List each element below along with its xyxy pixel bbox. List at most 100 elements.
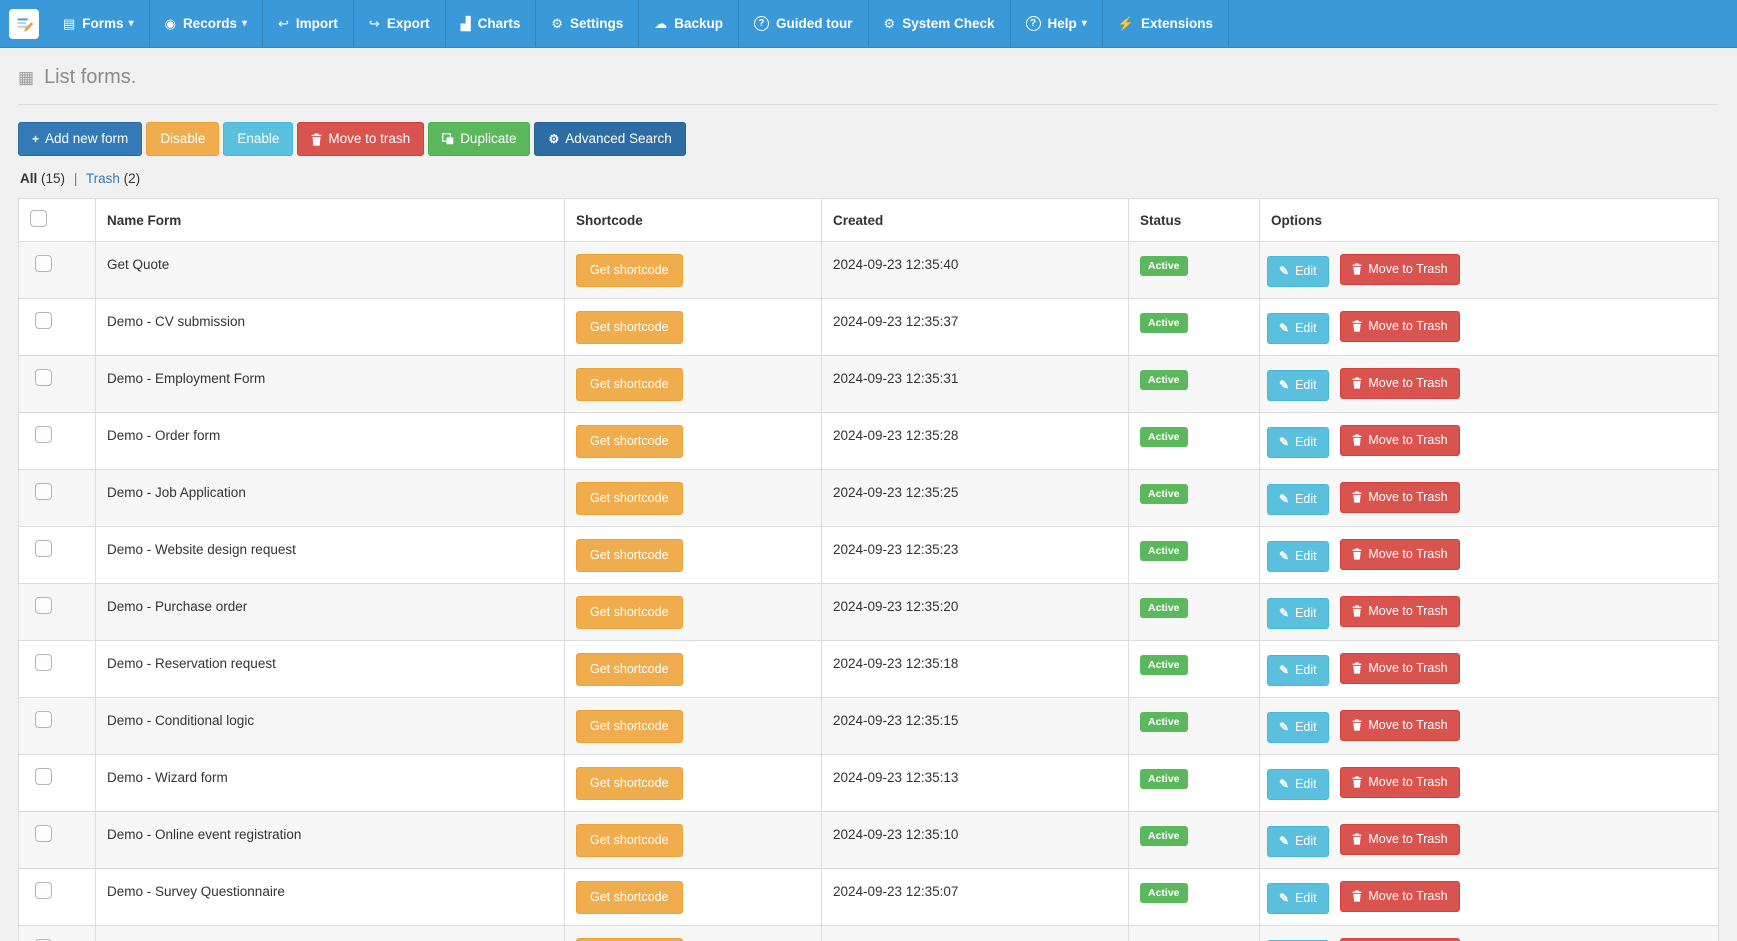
edit-button[interactable]: ✎ Edit	[1267, 883, 1329, 914]
move-to-trash-row-button[interactable]: Move to Trash	[1340, 653, 1459, 684]
get-shortcode-button[interactable]: Get shortcode	[576, 311, 683, 344]
status-badge: Active	[1140, 712, 1188, 732]
edit-icon: ✎	[1279, 663, 1289, 677]
nav-import[interactable]: ↩ Import	[263, 0, 354, 47]
edit-label: Edit	[1295, 549, 1317, 564]
nav-export[interactable]: ↪ Export	[354, 0, 446, 47]
nav-forms-label: Forms	[82, 16, 123, 31]
get-shortcode-button[interactable]: Get shortcode	[576, 254, 683, 287]
duplicate-button[interactable]: Duplicate	[428, 122, 530, 156]
edit-button[interactable]: ✎ Edit	[1267, 655, 1329, 686]
get-shortcode-button[interactable]: Get shortcode	[576, 539, 683, 572]
edit-button[interactable]: ✎ Edit	[1267, 598, 1329, 629]
move-to-trash-button[interactable]: Move to trash	[297, 122, 424, 156]
add-new-form-button[interactable]: + Add new form	[18, 122, 142, 156]
row-checkbox[interactable]	[35, 255, 52, 272]
nav-records[interactable]: ◉ Records ▾	[150, 0, 263, 47]
row-checkbox[interactable]	[35, 540, 52, 557]
created-timestamp: 2024-09-23 12:35:37	[833, 314, 958, 329]
move-to-trash-row-button[interactable]: Move to Trash	[1340, 425, 1459, 456]
created-timestamp: 2024-09-23 12:35:18	[833, 656, 958, 671]
enable-label: Enable	[237, 131, 279, 147]
row-checkbox[interactable]	[35, 426, 52, 443]
move-to-trash-row-button[interactable]: Move to Trash	[1340, 881, 1459, 912]
divider	[18, 104, 1719, 105]
advanced-search-button[interactable]: ⚙ Advanced Search	[534, 122, 685, 156]
table-header-row: Name Form Shortcode Created Status Optio…	[19, 199, 1719, 242]
get-shortcode-button[interactable]: Get shortcode	[576, 881, 683, 914]
move-to-trash-label: Move to Trash	[1368, 490, 1447, 505]
row-checkbox[interactable]	[35, 711, 52, 728]
move-to-trash-label: Move to Trash	[1368, 262, 1447, 277]
move-to-trash-row-button[interactable]: Move to Trash	[1340, 710, 1459, 741]
trash-icon	[1352, 491, 1362, 503]
edit-button[interactable]: ✎ Edit	[1267, 826, 1329, 857]
move-to-trash-row-button[interactable]: Move to Trash	[1340, 596, 1459, 627]
row-checkbox[interactable]	[35, 882, 52, 899]
app-logo[interactable]	[0, 0, 48, 47]
edit-button[interactable]: ✎ Edit	[1267, 313, 1329, 344]
move-to-trash-row-button[interactable]: Move to Trash	[1340, 767, 1459, 798]
row-checkbox[interactable]	[35, 369, 52, 386]
enable-button[interactable]: Enable	[223, 122, 293, 156]
nav-help[interactable]: ? Help ▾	[1011, 0, 1103, 47]
export-icon: ↪	[369, 16, 380, 32]
disable-button[interactable]: Disable	[146, 122, 219, 156]
edit-label: Edit	[1295, 720, 1317, 735]
edit-button[interactable]: ✎ Edit	[1267, 712, 1329, 743]
row-checkbox[interactable]	[35, 483, 52, 500]
row-checkbox[interactable]	[35, 597, 52, 614]
edit-label: Edit	[1295, 777, 1317, 792]
move-to-trash-label: Move to Trash	[1368, 718, 1447, 733]
get-shortcode-button[interactable]: Get shortcode	[576, 596, 683, 629]
edit-button[interactable]: ✎ Edit	[1267, 541, 1329, 572]
move-to-trash-label: Move to Trash	[1368, 604, 1447, 619]
edit-button[interactable]: ✎ Edit	[1267, 427, 1329, 458]
get-shortcode-button[interactable]: Get shortcode	[576, 482, 683, 515]
get-shortcode-button[interactable]: Get shortcode	[576, 425, 683, 458]
nav-forms[interactable]: ▤ Forms ▾	[48, 0, 150, 47]
get-shortcode-button[interactable]: Get shortcode	[576, 710, 683, 743]
created-timestamp: 2024-09-23 12:35:10	[833, 827, 958, 842]
row-checkbox[interactable]	[35, 825, 52, 842]
filter-trash[interactable]: Trash (2)	[86, 171, 140, 186]
get-shortcode-button[interactable]: Get shortcode	[576, 824, 683, 857]
edit-icon: ✎	[1279, 891, 1289, 905]
row-checkbox[interactable]	[35, 768, 52, 785]
nav-charts[interactable]: ▟ Charts	[446, 0, 537, 47]
nav-backup[interactable]: ☁ Backup	[639, 0, 739, 47]
trash-icon	[1352, 662, 1362, 674]
get-shortcode-button[interactable]: Get shortcode	[576, 767, 683, 800]
nav-system-check[interactable]: ⚙ System Check	[869, 0, 1011, 47]
get-shortcode-button[interactable]: Get shortcode	[576, 368, 683, 401]
move-to-trash-row-button[interactable]: Move to Trash	[1340, 539, 1459, 570]
move-to-trash-row-button[interactable]: Move to Trash	[1340, 368, 1459, 399]
move-to-trash-row-button[interactable]: Move to Trash	[1340, 824, 1459, 855]
trash-icon	[1352, 377, 1362, 389]
trash-icon	[1352, 890, 1362, 902]
edit-button[interactable]: ✎ Edit	[1267, 370, 1329, 401]
trash-icon	[1352, 548, 1362, 560]
edit-button[interactable]: ✎ Edit	[1267, 484, 1329, 515]
filter-all[interactable]: All (15)	[20, 171, 65, 186]
main-content: ▦ List forms. + Add new form Disable Ena…	[0, 66, 1737, 941]
edit-button[interactable]: ✎ Edit	[1267, 256, 1329, 287]
move-to-trash-row-button[interactable]: Move to Trash	[1340, 311, 1459, 342]
nav-extensions[interactable]: ⚡ Extensions	[1103, 0, 1229, 47]
add-new-form-label: Add new form	[45, 131, 128, 147]
edit-icon: ✎	[1279, 321, 1289, 335]
table-row: Demo - Job Application Get shortcode 202…	[19, 470, 1719, 527]
select-all-checkbox[interactable]	[30, 210, 47, 227]
move-to-trash-row-button[interactable]: Move to Trash	[1340, 254, 1459, 285]
filter-trash-count: (2)	[124, 171, 141, 186]
move-to-trash-row-button[interactable]: Move to Trash	[1340, 482, 1459, 513]
row-checkbox[interactable]	[35, 312, 52, 329]
move-to-trash-label: Move to Trash	[1368, 433, 1447, 448]
nav-settings[interactable]: ⚙ Settings	[536, 0, 639, 47]
nav-guided-tour[interactable]: ? Guided tour	[739, 0, 869, 47]
edit-button[interactable]: ✎ Edit	[1267, 769, 1329, 800]
get-shortcode-label: Get shortcode	[590, 320, 669, 335]
get-shortcode-button[interactable]: Get shortcode	[576, 653, 683, 686]
move-to-trash-row-button[interactable]: Move to Trash	[1340, 938, 1459, 941]
row-checkbox[interactable]	[35, 654, 52, 671]
